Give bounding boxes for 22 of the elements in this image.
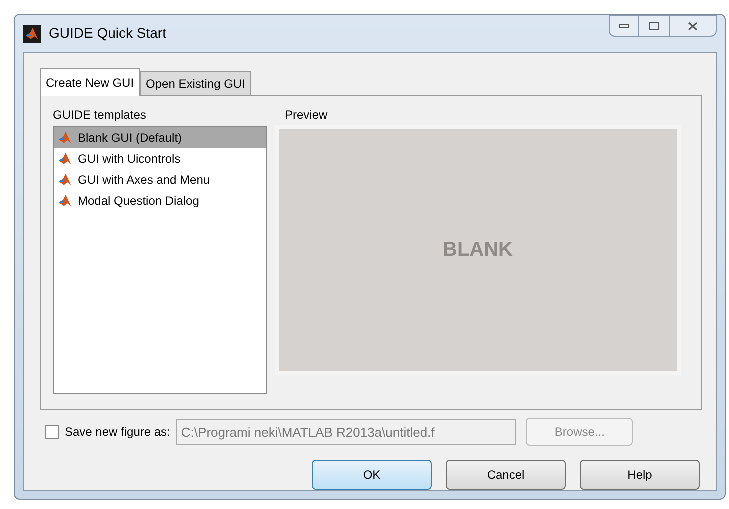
matlab-logo-icon [58, 194, 72, 208]
dialog-button[interactable]: Cancel [446, 460, 566, 490]
maximize-button[interactable] [639, 15, 669, 37]
matlab-logo-icon [58, 172, 72, 186]
dialog-button[interactable]: OK [312, 460, 432, 490]
save-label: Save new figure as: [65, 424, 170, 441]
window-title: GUIDE Quick Start [49, 24, 166, 43]
preview-text: BLANK [443, 238, 513, 263]
dialog-button[interactable]: Help [580, 460, 700, 490]
template-list-item[interactable]: GUI with Axes and Menu [54, 169, 266, 190]
template-list-item[interactable]: Modal Question Dialog [54, 190, 266, 211]
minimize-button[interactable] [609, 15, 639, 37]
template-list-item[interactable]: Blank GUI (Default) [54, 127, 266, 148]
close-button[interactable] [669, 15, 717, 37]
preview-label: Preview [285, 107, 329, 124]
tab[interactable]: Open Existing GUI [140, 71, 252, 95]
matlab-logo-icon [58, 152, 72, 166]
close-icon [688, 22, 698, 30]
matlab-logo-icon [58, 130, 72, 144]
template-list-item[interactable]: GUI with Uicontrols [54, 148, 266, 169]
templates-label: GUIDE templates [53, 107, 148, 124]
tab[interactable]: Create New GUI [40, 68, 140, 96]
